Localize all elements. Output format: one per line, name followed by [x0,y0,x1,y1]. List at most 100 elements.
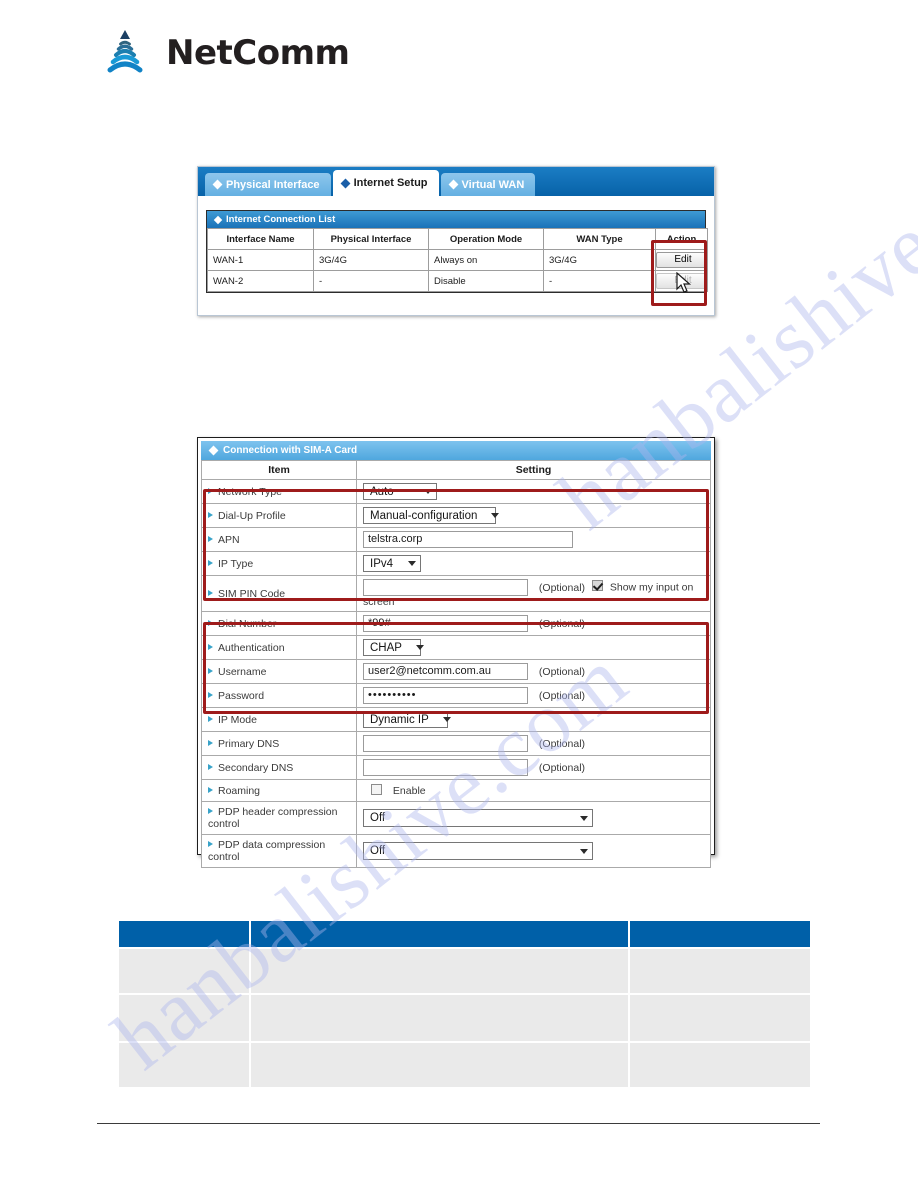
label-text: Username [218,665,267,678]
col-wan-type: WAN Type [543,228,656,250]
label-ip-mode: IP Mode [201,707,357,733]
label-roaming: Roaming [201,779,357,803]
bullet-arrow-icon [208,511,213,518]
label-network-type: Network Type [201,479,357,504]
cell [119,995,249,1041]
label-text: PDP header compression control [208,806,338,831]
optional-note: (Optional) [538,665,586,678]
optional-note: (Optional) [538,617,586,630]
authentication-select[interactable]: CHAP [363,639,424,657]
cell [119,1043,249,1087]
sim-pin-input[interactable] [363,579,528,596]
secondary-dns-input[interactable] [363,759,528,777]
show-input-checkbox[interactable] [591,580,603,592]
cell [630,1043,810,1087]
table-row [119,949,810,993]
select-value: Off [370,812,386,825]
col-header-3 [630,921,810,947]
sim-a-connection-form-screenshot: Connection with SIM-A Card Item Setting … [197,437,715,869]
cell-interface-name: WAN-2 [207,270,314,292]
bullet-arrow-icon [208,739,213,746]
cell [630,995,810,1041]
primary-dns-input[interactable] [363,735,528,753]
network-type-select[interactable]: Auto [363,483,437,500]
bullet-arrow-icon [208,808,213,815]
row-password: Password •••••••••• (Optional) [201,683,711,709]
cell [251,949,628,993]
row-network-type: Network Type Auto [201,479,711,504]
chevron-down-icon [424,489,432,494]
row-roaming: Roaming Enable [201,779,711,803]
chevron-down-icon [580,848,588,854]
chevron-down-icon [408,561,416,566]
roaming-enable-checkbox[interactable] [371,784,382,796]
setting-network-type: Auto [356,479,711,504]
bullet-arrow-icon [208,841,213,848]
select-value: Dynamic IP [370,713,429,726]
chevron-down-icon [442,717,451,723]
password-input[interactable]: •••••••••• [363,687,528,705]
label-text: Roaming [218,784,261,797]
netcomm-logo: NetComm [97,28,350,78]
ip-mode-select[interactable]: Dynamic IP [363,711,451,729]
label-dial-number: Dial Number [201,611,357,637]
bullet-arrow-icon [208,667,213,674]
label-pdp-data-compression: PDP data compression control [201,834,357,869]
brand-name: NetComm [166,33,350,73]
col-setting: Setting [356,460,711,480]
select-value: IPv4 [370,557,394,570]
label-text: Dial Number [218,617,277,630]
panel-title: Internet Connection List [226,214,336,225]
optional-note: (Optional) [538,689,586,702]
label-text: Primary DNS [218,737,280,750]
cell-operation-mode: Always on [428,249,544,271]
tab-internet-setup[interactable]: Internet Setup [332,170,439,196]
chevron-down-icon [491,513,500,518]
netcomm-wave-logo-icon [107,30,143,73]
label-text: Secondary DNS [218,761,294,774]
setting-pdp-header-compression: Off [356,801,711,836]
username-input[interactable]: user2@netcomm.com.au [363,663,528,681]
form-title-bar: Connection with SIM-A Card [201,441,711,460]
label-dialup-profile: Dial-Up Profile [201,503,357,528]
bullet-arrow-icon [208,559,213,566]
apn-input[interactable]: telstra.corp [363,531,573,548]
tab-physical-interface[interactable]: Physical Interface [205,173,331,196]
table-row [119,1043,810,1087]
sim-settings-table: Item Setting Network Type Auto Dial-Up P… [201,460,711,869]
optional-note: (Optional) [538,761,586,774]
footer-divider [97,1123,820,1124]
row-sim-pin-code: SIM PIN Code (Optional) Show my input on… [201,574,711,613]
select-value: CHAP [370,641,402,654]
setting-sim-pin-code: (Optional) Show my input on screen [356,574,711,613]
pdp-header-compression-select[interactable]: Off [363,809,593,828]
dial-number-input[interactable]: *99# [363,615,528,633]
setting-username: user2@netcomm.com.au (Optional) [356,659,711,685]
tab-virtual-wan[interactable]: Virtual WAN [440,173,536,196]
label-text: Network Type [218,485,282,498]
row-ip-type: IP Type IPv4 [201,551,711,576]
cell-physical-interface: - [313,270,429,292]
cell-physical-interface: 3G/4G [313,249,429,271]
row-primary-dns: Primary DNS (Optional) [201,731,711,757]
bullet-arrow-icon [208,763,213,770]
pdp-data-compression-select[interactable]: Off [363,842,593,861]
edit-button-wan1[interactable]: Edit [656,252,707,268]
tab-label: Physical Interface [226,178,320,191]
chevron-down-icon [580,815,588,821]
internet-connection-list-panel: Internet Connection List Interface Name … [206,210,708,293]
col-operation-mode: Operation Mode [428,228,544,250]
select-value: Manual-configuration [370,509,478,522]
row-dialup-profile: Dial-Up Profile Manual-configuration [201,503,711,528]
row-username: Username user2@netcomm.com.au (Optional) [201,659,711,685]
diamond-icon [213,215,223,224]
label-secondary-dns: Secondary DNS [201,755,357,781]
dialup-profile-select[interactable]: Manual-configuration [363,507,500,524]
ip-type-select[interactable]: IPv4 [363,555,421,572]
form-title: Connection with SIM-A Card [223,445,358,456]
col-action: Action [655,228,708,250]
roaming-enable-label: Enable [392,785,426,798]
setting-dialup-profile: Manual-configuration [356,503,711,528]
bullet-arrow-icon [208,487,213,494]
label-ip-type: IP Type [201,551,357,576]
